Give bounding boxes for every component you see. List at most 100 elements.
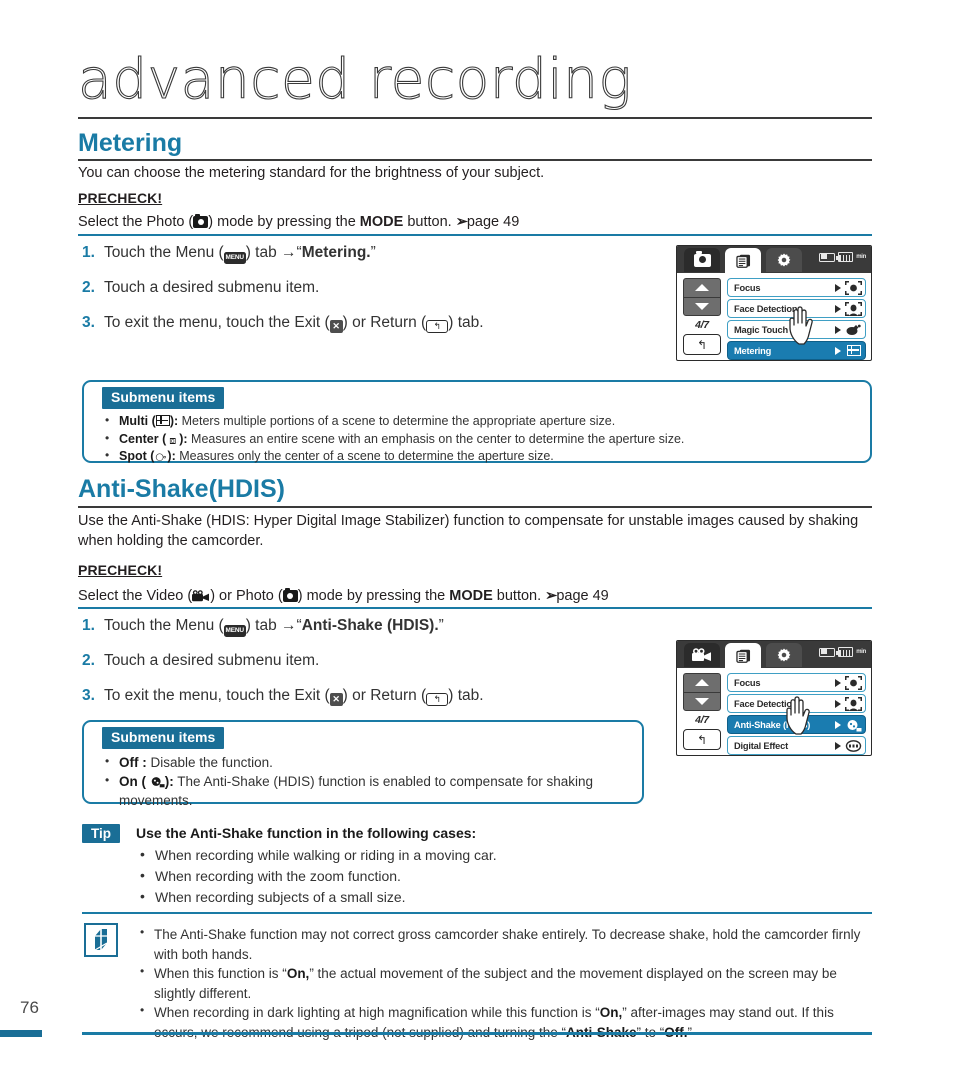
precheck-text-anti-shake: Select the Video () or Photo () mode by … xyxy=(78,586,878,606)
step-1-metering: 1. Touch the Menu (MENU) tab →“Metering.” xyxy=(82,244,376,264)
menu-row-magic-touch[interactable]: Magic Touch xyxy=(727,320,866,339)
page-counter: 4/7 xyxy=(695,714,709,726)
arrow-icon: → xyxy=(281,617,297,634)
step-text: To exit the menu, touch the Exit ( xyxy=(103,314,330,331)
submenu-item-on: On ( ): The Anti-Shake (HDIS) function i… xyxy=(102,771,630,810)
step-number: 1. xyxy=(82,244,95,261)
step-number: 1. xyxy=(82,617,95,634)
note-text: When this function is “ xyxy=(154,966,287,981)
return-icon: ↰ xyxy=(426,320,449,333)
submenu-item-name: Spot xyxy=(119,449,147,463)
manual-page: advanced recording Metering You can choo… xyxy=(0,0,954,1091)
chevron-right-icon xyxy=(835,720,841,729)
lcd-scroll-buttons[interactable] xyxy=(683,673,721,711)
return-button[interactable]: ↰ xyxy=(683,334,721,355)
menu-icon: MENU xyxy=(223,252,246,264)
menu-list-tab[interactable] xyxy=(725,643,761,668)
arrow-icon: → xyxy=(281,244,297,261)
menu-row-label: Focus xyxy=(734,282,761,293)
menu-row-label: Anti-Shake (HDIS) xyxy=(734,719,811,730)
anti-shake-icon xyxy=(151,777,165,788)
note-text: When recording in dark lighting at high … xyxy=(154,1005,600,1020)
step-text: Touch the Menu ( xyxy=(103,244,224,261)
settings-tab[interactable] xyxy=(766,643,802,667)
submenu-item-center: Center (⧈): Measures an entire scene wit… xyxy=(102,430,862,449)
menu-row-focus[interactable]: Focus xyxy=(727,278,866,297)
menu-row-label: Metering xyxy=(734,345,772,356)
step-1-anti-shake: 1. Touch the Menu (MENU) tab →“Anti-Shake… xyxy=(82,617,444,637)
chevron-right-icon xyxy=(835,325,841,334)
menu-row-metering[interactable]: Metering xyxy=(727,341,866,360)
scroll-up-button[interactable] xyxy=(684,674,720,692)
precheck-mid: ) mode by pressing the xyxy=(297,588,450,604)
record-time-unit: min xyxy=(856,648,866,655)
note-pencil-icon xyxy=(84,923,118,957)
submenu-badge: Submenu items xyxy=(102,727,225,749)
photo-camera-icon xyxy=(693,251,711,267)
face-detection-icon xyxy=(845,301,862,316)
exit-icon: ✕ xyxy=(329,693,343,706)
note-item: When this function is “On,” the actual m… xyxy=(136,962,872,1003)
submenu-item-name-end: ): xyxy=(164,774,174,789)
note-item: When recording in dark lighting at high … xyxy=(136,1001,872,1042)
list-icon xyxy=(735,254,750,268)
menu-row-face-detection[interactable]: Face Detection xyxy=(727,299,866,318)
submenu-list-anti-shake: Off : Disable the function. On ( ): The … xyxy=(102,752,630,810)
step-text: To exit the menu, touch the Exit ( xyxy=(103,687,330,704)
settings-tab[interactable] xyxy=(766,248,802,272)
submenu-item-desc: Disable the function. xyxy=(150,755,273,770)
step-number: 2. xyxy=(82,279,95,296)
scroll-up-button[interactable] xyxy=(684,279,720,297)
step-menu-name: Anti-Shake (HDIS). xyxy=(301,617,439,634)
scroll-down-button[interactable] xyxy=(684,296,720,316)
menu-row-anti-shake[interactable]: Anti-Shake (HDIS) xyxy=(727,715,866,734)
lcd-nav-column: 4/7 ↰ xyxy=(683,673,721,750)
lcd-scroll-buttons[interactable] xyxy=(683,278,721,316)
exit-icon: ✕ xyxy=(329,320,343,333)
record-time-unit: min xyxy=(856,253,866,260)
section-heading-anti-shake: Anti-Shake(HDIS) xyxy=(78,475,285,503)
step-text-mid: ) or Return ( xyxy=(342,314,427,331)
menu-row-label: Face Detection xyxy=(734,303,798,314)
menu-list-tab[interactable] xyxy=(725,248,761,273)
menu-row-label: Focus xyxy=(734,677,761,688)
menu-row-focus[interactable]: Focus xyxy=(727,673,866,692)
page-bar-left xyxy=(0,1030,42,1037)
page-arrow-icon: ➢ xyxy=(455,214,468,230)
menu-row-face-detection[interactable]: Face Detection xyxy=(727,694,866,713)
section-heading-metering: Metering xyxy=(78,129,183,157)
submenu-item-name: Multi xyxy=(119,414,149,428)
section-divider-anti-shake xyxy=(78,506,872,508)
menu-row-digital-effect[interactable]: Digital Effect xyxy=(727,736,866,755)
notes-list: The Anti-Shake function may not correct … xyxy=(136,923,872,1042)
menu-icon: MENU xyxy=(223,625,246,637)
chevron-right-icon xyxy=(835,678,841,687)
photo-camera-icon xyxy=(193,214,209,228)
scroll-down-button[interactable] xyxy=(684,691,720,711)
step-number: 2. xyxy=(82,652,95,669)
storage-icon xyxy=(838,252,854,262)
tip-divider xyxy=(82,912,872,914)
chevron-up-icon xyxy=(695,679,709,687)
step-text-mid: ) tab xyxy=(245,244,282,261)
step-3-metering: 3. To exit the menu, touch the Exit (✕) o… xyxy=(82,314,484,333)
step-text-post: ) tab. xyxy=(448,314,484,331)
precheck-pre: Select the Photo ( xyxy=(78,214,194,230)
submenu-item-off: Off : Disable the function. xyxy=(102,752,630,772)
face-detection-icon xyxy=(845,696,862,711)
video-mode-tab[interactable] xyxy=(684,643,720,667)
submenu-item-name: Off : xyxy=(119,755,147,770)
note-text: The Anti-Shake function may not correct … xyxy=(154,927,861,962)
gear-icon xyxy=(777,648,791,662)
lcd-menu-rows: Focus Face Detection Anti-Shake (HDIS) D… xyxy=(727,673,866,755)
submenu-box-anti-shake: Submenu items Off : Disable the function… xyxy=(82,720,644,808)
return-button[interactable]: ↰ xyxy=(683,729,721,750)
menu-row-label: Magic Touch xyxy=(734,324,788,335)
photo-mode-tab[interactable] xyxy=(684,248,720,272)
note-item: The Anti-Shake function may not correct … xyxy=(136,923,872,964)
note-emphasis: On, xyxy=(599,1005,623,1020)
note-emphasis: On, xyxy=(286,966,310,981)
chevron-right-icon xyxy=(835,346,841,355)
tip-item: When recording subjects of a small size. xyxy=(136,886,872,908)
precheck-divider-metering xyxy=(78,234,872,236)
